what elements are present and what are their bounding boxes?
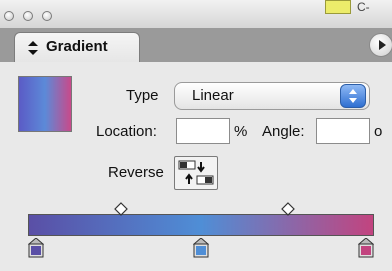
- location-unit: %: [234, 123, 248, 140]
- location-field[interactable]: [176, 118, 230, 144]
- reverse-label: Reverse: [108, 164, 164, 181]
- type-select-button[interactable]: [340, 84, 366, 108]
- gradient-preview-swatch[interactable]: [18, 76, 72, 132]
- panel-menu-arrow-icon: [379, 40, 386, 50]
- reverse-gradient-icon: [178, 160, 214, 185]
- midpoint-diamond-1[interactable]: [114, 202, 129, 216]
- tab-gradient-label: Gradient: [46, 38, 108, 55]
- up-down-arrows-icon[interactable]: [28, 41, 38, 55]
- angle-label: Angle:: [262, 123, 305, 140]
- panel-menu-button[interactable]: [369, 33, 392, 57]
- reverse-button[interactable]: [174, 156, 218, 190]
- midpoint-diamond-2[interactable]: [280, 202, 295, 216]
- type-label: Type: [126, 87, 159, 104]
- color-stop-2[interactable]: [192, 237, 210, 258]
- background-color-swatch: [325, 0, 351, 14]
- gradient-ramp[interactable]: [28, 214, 374, 236]
- type-select-value: Linear: [192, 87, 234, 104]
- angle-unit: o: [374, 123, 383, 140]
- partial-tab-text: C-: [357, 0, 370, 14]
- angle-field[interactable]: [316, 118, 370, 144]
- chevron-up-down-icon: [349, 89, 357, 103]
- minimize-window-button[interactable]: [23, 11, 33, 21]
- zoom-window-button[interactable]: [42, 11, 52, 21]
- color-stop-1[interactable]: [27, 237, 45, 258]
- location-label: Location:: [96, 123, 157, 140]
- color-stop-3[interactable]: [357, 237, 375, 258]
- close-window-button[interactable]: [4, 11, 14, 21]
